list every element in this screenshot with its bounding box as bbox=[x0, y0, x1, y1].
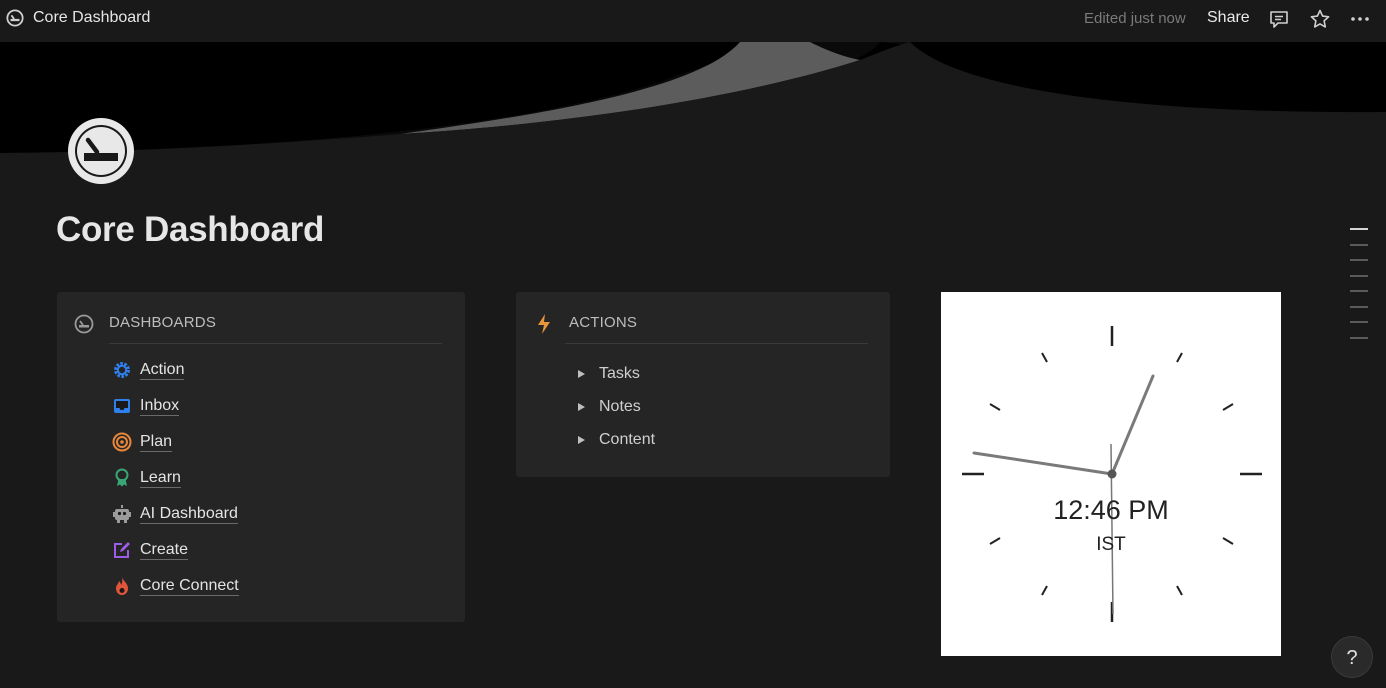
hour-tick bbox=[1041, 352, 1048, 363]
share-button[interactable]: Share bbox=[1207, 9, 1250, 27]
target-icon bbox=[112, 432, 132, 452]
hour-tick bbox=[1176, 585, 1183, 596]
clock-center bbox=[1107, 469, 1117, 479]
toggle-tasks[interactable]: Tasks bbox=[578, 365, 640, 383]
actions-heading: ACTIONS bbox=[569, 314, 638, 331]
more-icon[interactable] bbox=[1349, 8, 1371, 30]
toggle-label: Notes bbox=[599, 398, 641, 415]
dashboard-item-label: Learn bbox=[140, 469, 181, 488]
dashboard-item-learn[interactable]: Learn bbox=[112, 468, 181, 488]
dashboard-item-label: Inbox bbox=[140, 397, 180, 416]
hour-tick bbox=[1176, 352, 1183, 363]
dashboard-item-ai-dashboard[interactable]: AI Dashboard bbox=[112, 504, 238, 524]
clock-timezone: IST bbox=[1096, 534, 1126, 555]
outline-line[interactable] bbox=[1350, 290, 1368, 292]
analog-clock bbox=[962, 326, 1262, 622]
minute-hand bbox=[972, 451, 1114, 476]
inbox-icon bbox=[112, 396, 132, 416]
edited-status: Edited just now bbox=[1084, 10, 1186, 27]
dashboard-item-label: Core Connect bbox=[140, 577, 239, 596]
dashboard-item-create[interactable]: Create bbox=[112, 540, 189, 560]
dashboards-card: DASHBOARDS Action Inbox Plan Learn AI Da… bbox=[57, 292, 465, 622]
page-outline[interactable] bbox=[1350, 228, 1368, 352]
help-button[interactable]: ? bbox=[1331, 636, 1373, 678]
actions-card: ACTIONS Tasks Notes Content bbox=[516, 292, 890, 477]
divider bbox=[109, 343, 442, 344]
hour-tick bbox=[1041, 585, 1048, 596]
robot-icon bbox=[112, 504, 132, 524]
lightning-icon bbox=[538, 314, 550, 334]
top-bar: Core Dashboard Edited just now Share bbox=[0, 0, 1386, 36]
toggle-arrow-icon[interactable] bbox=[578, 370, 585, 378]
hour-hand bbox=[1110, 374, 1155, 476]
edit-icon bbox=[112, 540, 132, 560]
award-icon bbox=[112, 468, 132, 488]
toggle-label: Content bbox=[599, 431, 656, 448]
outline-line[interactable] bbox=[1350, 336, 1368, 339]
divider bbox=[565, 343, 868, 344]
dashboard-gauge-icon[interactable] bbox=[66, 116, 136, 186]
dashboard-item-core-connect[interactable]: Core Connect bbox=[112, 576, 239, 596]
outline-line[interactable] bbox=[1350, 243, 1368, 246]
dashboard-item-inbox[interactable]: Inbox bbox=[112, 396, 180, 416]
dashboard-item-label: AI Dashboard bbox=[140, 505, 238, 524]
outline-line[interactable] bbox=[1350, 274, 1368, 277]
dashboard-gauge-icon bbox=[74, 314, 94, 334]
clock-widget: 12:46 PM IST bbox=[941, 292, 1281, 656]
hour-tick bbox=[989, 403, 1001, 411]
page-icon[interactable] bbox=[6, 9, 24, 27]
toggle-content[interactable]: Content bbox=[578, 431, 655, 449]
page-title: Core Dashboard bbox=[56, 210, 325, 249]
star-icon[interactable] bbox=[1309, 8, 1331, 30]
toggle-notes[interactable]: Notes bbox=[578, 398, 641, 416]
dashboard-item-label: Create bbox=[140, 541, 189, 560]
comment-icon[interactable] bbox=[1268, 8, 1290, 30]
gear-icon bbox=[112, 360, 132, 380]
toggle-arrow-icon[interactable] bbox=[578, 436, 585, 444]
hour-tick bbox=[1222, 403, 1234, 411]
outline-line[interactable] bbox=[1350, 259, 1368, 261]
cover-image bbox=[0, 42, 1386, 156]
dashboards-heading: DASHBOARDS bbox=[109, 314, 217, 331]
dashboard-item-action[interactable]: Action bbox=[112, 360, 185, 380]
toggle-arrow-icon[interactable] bbox=[578, 403, 585, 411]
toggle-label: Tasks bbox=[599, 365, 640, 382]
outline-line[interactable] bbox=[1350, 321, 1368, 323]
breadcrumb-title[interactable]: Core Dashboard bbox=[33, 9, 150, 27]
outline-line[interactable] bbox=[1350, 305, 1368, 308]
dashboard-item-label: Plan bbox=[140, 433, 173, 452]
dashboard-item-label: Action bbox=[140, 361, 185, 380]
clock-time: 12:46 PM bbox=[1053, 495, 1169, 525]
fire-icon bbox=[112, 576, 132, 596]
outline-line[interactable] bbox=[1350, 228, 1368, 230]
dashboard-item-plan[interactable]: Plan bbox=[112, 432, 173, 452]
